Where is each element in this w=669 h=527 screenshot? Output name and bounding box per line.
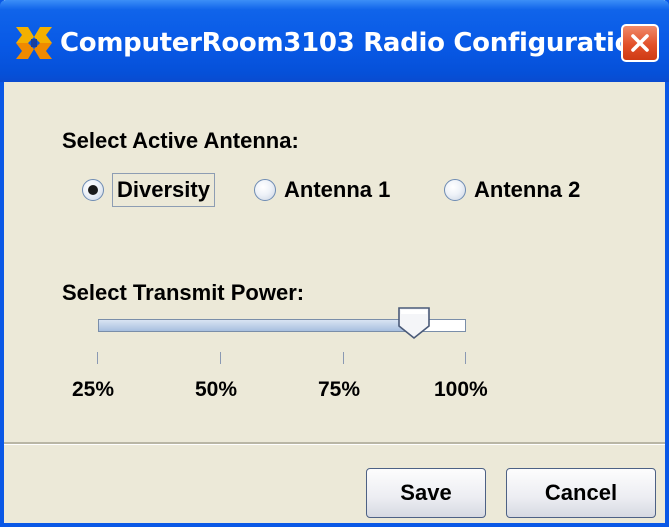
radio-diversity-label: Diversity (112, 173, 215, 207)
dialog-window: ComputerRoom3103 Radio Configuration Sel… (0, 0, 669, 527)
radio-antenna-1-label: Antenna 1 (284, 177, 391, 202)
radio-antenna-2[interactable]: Antenna 2 (444, 172, 580, 208)
close-button[interactable] (621, 24, 659, 62)
title-bar[interactable]: ComputerRoom3103 Radio Configuration (0, 0, 669, 82)
radio-diversity[interactable]: Diversity (82, 172, 215, 208)
tick-label: 100% (434, 378, 488, 401)
window-title: ComputerRoom3103 Radio Configuration (60, 28, 651, 58)
radio-unchecked-icon (444, 179, 466, 201)
tick-label: 75% (318, 378, 361, 401)
cancel-button[interactable]: Cancel (506, 468, 656, 518)
radio-unchecked-icon (254, 179, 276, 201)
save-button[interactable]: Save (366, 468, 486, 518)
close-icon (631, 34, 649, 52)
radio-checked-icon (82, 179, 104, 201)
power-slider-thumb[interactable] (397, 306, 431, 340)
power-section-label: Select Transmit Power: (62, 280, 305, 305)
tick-label: 50% (195, 378, 238, 401)
slider-tick (465, 352, 466, 364)
power-slider-fill (99, 320, 420, 331)
slider-tick (97, 352, 98, 364)
tick-label: 25% (72, 378, 115, 401)
button-bar-divider (4, 442, 665, 445)
radio-antenna-1[interactable]: Antenna 1 (254, 172, 390, 208)
app-logo-icon (16, 27, 52, 59)
slider-tick (343, 352, 344, 364)
slider-tick (220, 352, 221, 364)
antenna-section-label: Select Active Antenna: (62, 128, 299, 153)
radio-antenna-2-label: Antenna 2 (474, 177, 581, 202)
